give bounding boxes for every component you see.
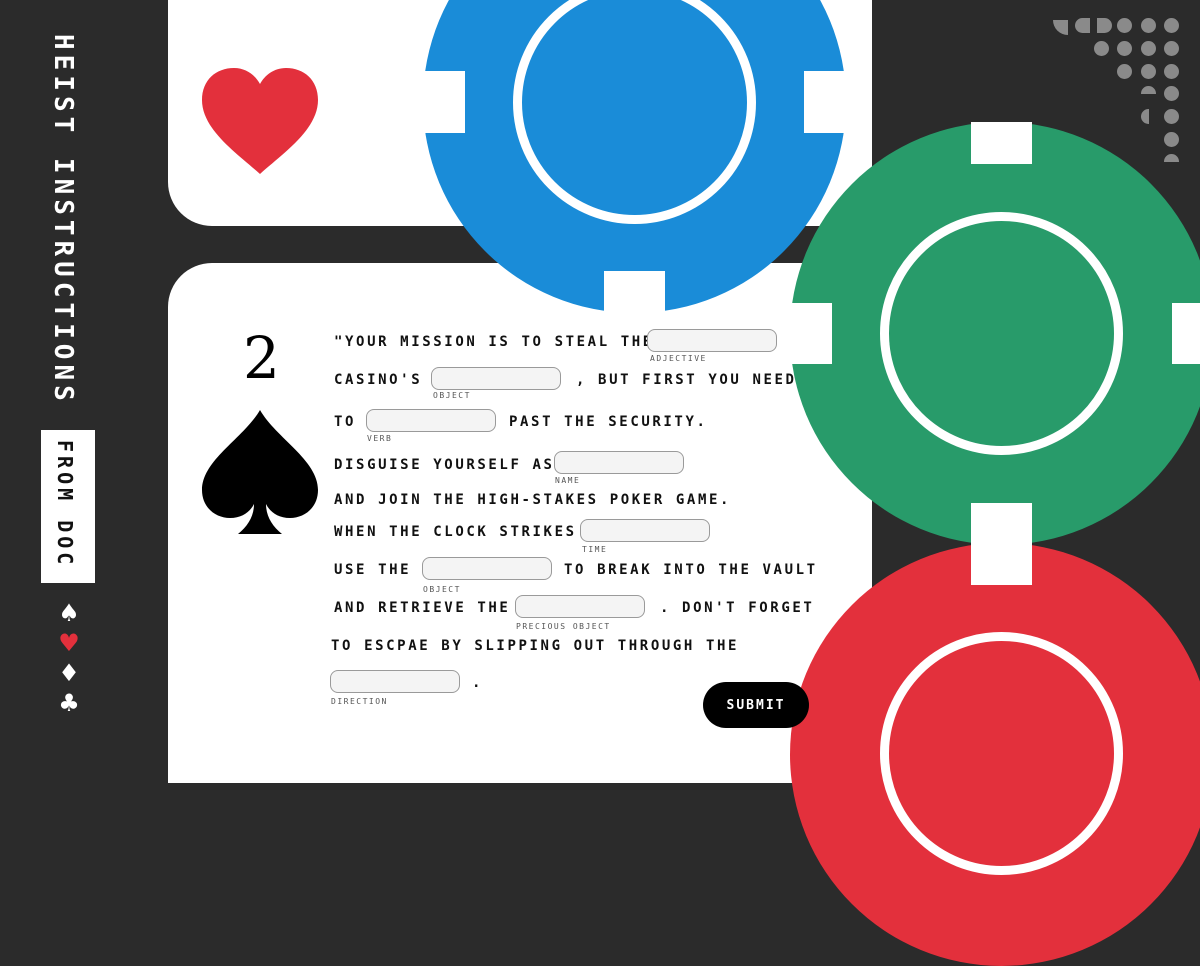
precious-object-label: PRECIOUS OBJECT [516,622,611,631]
direction-input[interactable] [330,670,460,693]
form-text-line-2b: , BUT FIRST YOU NEED [576,372,797,388]
time-input[interactable] [580,519,710,542]
spade-icon: ♠ [58,599,80,627]
sidebar-badge-label: FROM DOC [53,440,77,569]
object-label: OBJECT [433,391,471,400]
adjective-label: ADJECTIVE [650,354,707,363]
card-rank: 2 [243,324,280,392]
form-text-line-8b: . DON'T FORGET [660,600,815,616]
sidebar-badge: FROM DOC [41,430,95,583]
direction-label: DIRECTION [331,697,388,706]
form-text-line-10: . [472,675,484,691]
form-text-line-1: "YOUR MISSION IS TO STEAL THE [334,334,654,350]
object-input-2[interactable] [422,557,552,580]
heart-icon: ♥ [58,629,80,657]
form-text-line-5: AND JOIN THE HIGH-STAKES POKER GAME. [334,492,732,508]
form-text-line-3a: TO [334,414,357,430]
form-text-line-6: WHEN THE CLOCK STRIKES [334,524,577,540]
form-text-line-7b: TO BREAK INTO THE VAULT [564,562,818,578]
precious-object-input[interactable] [515,595,645,618]
heart-icon [202,68,318,174]
club-icon: ♣ [58,689,80,717]
diamond-icon: ♦ [58,659,80,687]
object-input[interactable] [431,367,561,390]
sidebar: HEIST INSTRUCTIONS FROM DOC ♠ ♥ ♦ ♣ [0,0,168,750]
form-text-line-3b: PAST THE SECURITY. [509,414,708,430]
time-label: TIME [582,545,608,554]
name-input[interactable] [554,451,684,474]
form-text-line-4: DISGUISE YOURSELF AS [334,457,555,473]
form-text-line-2a: CASINO'S [334,372,423,388]
name-label: NAME [555,476,581,485]
form-text-line-9: TO ESCPAE BY SLIPPING OUT THROUGH THE [331,638,740,654]
object-label-2: OBJECT [423,585,461,594]
form-text-line-8a: AND RETRIEVE THE [334,600,511,616]
adjective-input[interactable] [647,329,777,352]
submit-button[interactable]: SUBMIT [703,682,809,728]
verb-label: VERB [367,434,393,443]
verb-input[interactable] [366,409,496,432]
sidebar-title: HEIST INSTRUCTIONS [48,34,78,406]
form-text-line-7a: USE THE [334,562,412,578]
spade-icon [202,410,318,534]
